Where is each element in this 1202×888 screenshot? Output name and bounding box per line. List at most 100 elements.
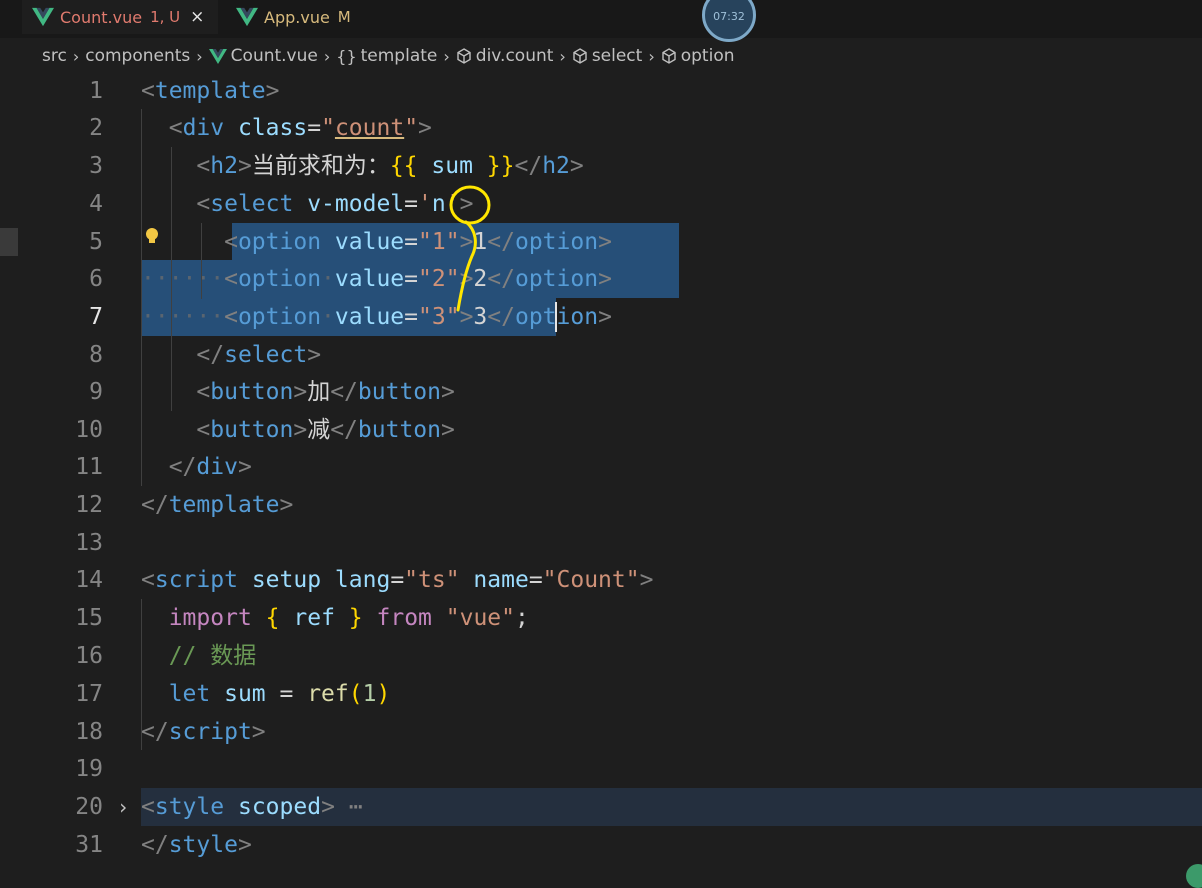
code-line[interactable]: 10 <button>减</button> bbox=[0, 411, 1202, 449]
code-text: </script> bbox=[141, 713, 266, 751]
code-token: 3 bbox=[473, 304, 488, 330]
code-token: = bbox=[404, 229, 419, 255]
code-token: = bbox=[390, 567, 405, 593]
code-line[interactable]: 11 </div> bbox=[0, 448, 1202, 486]
code-line[interactable]: 14 <script setup lang="ts" name="Count"> bbox=[0, 561, 1202, 599]
line-number: 11 bbox=[75, 454, 103, 480]
code-text: <button>加</button> bbox=[141, 373, 454, 411]
code-line[interactable]: 16 // 数据 bbox=[0, 637, 1202, 675]
code-token: </ bbox=[141, 492, 169, 518]
breadcrumb-div-count[interactable]: div.count bbox=[476, 46, 554, 66]
code-line[interactable]: 18 </script> bbox=[0, 713, 1202, 751]
breadcrumb-src[interactable]: src bbox=[42, 46, 67, 66]
code-text: ······<option·value="3">3</option> bbox=[141, 298, 612, 336]
code-token: </ bbox=[487, 229, 515, 255]
tab-status: 1, U bbox=[150, 8, 181, 26]
code-text: </style> bbox=[141, 826, 252, 864]
code-token: h2 bbox=[542, 153, 570, 179]
cube-icon bbox=[661, 48, 677, 64]
breadcrumb-template[interactable]: template bbox=[361, 46, 438, 66]
code-token: 当前求和为： bbox=[251, 153, 390, 179]
tab-label: Count.vue bbox=[60, 7, 143, 27]
line-number: 15 bbox=[75, 605, 103, 631]
code-line[interactable]: 5 <option value="1">1</option> bbox=[0, 223, 1202, 261]
code-token: value bbox=[334, 266, 405, 292]
code-line[interactable]: 1 <template> bbox=[0, 72, 1202, 110]
chevron-right-icon: › bbox=[648, 46, 655, 66]
code-token: > bbox=[251, 719, 266, 745]
fold-chevron-icon[interactable]: › bbox=[117, 788, 129, 826]
code-line[interactable]: 20 › <style scoped> ⋯ bbox=[0, 788, 1202, 826]
code-token: " bbox=[321, 115, 335, 141]
code-token: div bbox=[182, 115, 225, 141]
breadcrumb-file[interactable]: Count.vue bbox=[231, 46, 318, 66]
code-text: <option value="1">1</option> bbox=[141, 223, 612, 261]
code-token: </ bbox=[141, 719, 169, 745]
code-line[interactable]: 17 let sum = ref(1) bbox=[0, 675, 1202, 713]
code-token: = bbox=[404, 191, 418, 217]
code-line[interactable]: 15 import { ref } from "vue"; bbox=[0, 599, 1202, 637]
recording-timer: 07:32 bbox=[702, 0, 756, 42]
code-token: < bbox=[224, 266, 238, 292]
cube-icon bbox=[456, 48, 472, 64]
code-line[interactable]: 9 <button>加</button> bbox=[0, 373, 1202, 411]
code-token: "1" bbox=[418, 229, 460, 255]
code-token: </ bbox=[487, 304, 515, 330]
code-token: "Count" bbox=[542, 567, 640, 593]
vue-icon bbox=[236, 7, 258, 27]
code-token: ⋯ bbox=[334, 794, 363, 820]
code-line[interactable]: 2 <div class="count"> bbox=[0, 109, 1202, 147]
code-line[interactable]: 4 <select v-model='n'> bbox=[0, 185, 1202, 223]
code-token: = bbox=[265, 681, 308, 707]
code-text: <style scoped> ⋯ bbox=[141, 788, 363, 826]
code-token: </ bbox=[168, 454, 197, 480]
tab-app-vue[interactable]: App.vue M bbox=[226, 0, 376, 34]
breadcrumb-option[interactable]: option bbox=[681, 46, 735, 66]
code-line[interactable]: 3 <h2>当前求和为：{{ sum }}</h2> bbox=[0, 147, 1202, 185]
line-number: 5 bbox=[89, 229, 103, 255]
code-line[interactable]: 8 </select> bbox=[0, 336, 1202, 374]
tab-count-vue[interactable]: Count.vue 1, U × bbox=[22, 0, 218, 34]
code-token: < bbox=[224, 229, 238, 255]
close-icon[interactable]: × bbox=[190, 7, 204, 27]
code-token: > bbox=[265, 78, 280, 104]
code-line[interactable]: 12 </template> bbox=[0, 486, 1202, 524]
code-line[interactable]: 19 bbox=[0, 750, 1202, 788]
code-token: select bbox=[224, 342, 308, 368]
code-token: script bbox=[168, 719, 252, 745]
line-number: 7 bbox=[89, 304, 103, 330]
code-token: sum bbox=[431, 153, 473, 179]
code-line[interactable]: 13 bbox=[0, 524, 1202, 562]
code-text: <div class="count"> bbox=[141, 109, 432, 147]
code-line[interactable]: 6 ······<option·value="2">2</option> bbox=[0, 260, 1202, 298]
code-token: </ bbox=[196, 342, 225, 368]
code-token: ( bbox=[348, 681, 363, 707]
code-token: </ bbox=[141, 832, 169, 858]
code-token: "3" bbox=[418, 304, 460, 330]
code-token: option bbox=[237, 266, 322, 292]
code-editor[interactable]: 1 <template> 2 <div class="count"> 3 <h2>当前… bbox=[0, 72, 1202, 886]
code-token: · bbox=[321, 266, 335, 292]
code-token: > bbox=[293, 379, 308, 405]
code-line[interactable]: 7 ······<option·value="3">3</option> bbox=[0, 298, 1202, 336]
code-token: ref bbox=[307, 681, 349, 707]
code-token: · bbox=[321, 304, 335, 330]
breadcrumb-components[interactable]: components bbox=[85, 46, 190, 66]
code-token: button bbox=[210, 417, 294, 443]
breadcrumb-select[interactable]: select bbox=[592, 46, 643, 66]
code-token: ······ bbox=[141, 266, 225, 292]
code-token: h2 bbox=[210, 153, 238, 179]
code-line[interactable]: 31 </style> bbox=[0, 826, 1202, 864]
code-token: < bbox=[168, 115, 183, 141]
code-token: 减 bbox=[307, 417, 331, 443]
code-token: ' bbox=[445, 191, 460, 217]
code-token: value bbox=[334, 304, 405, 330]
code-token: > bbox=[459, 266, 474, 292]
